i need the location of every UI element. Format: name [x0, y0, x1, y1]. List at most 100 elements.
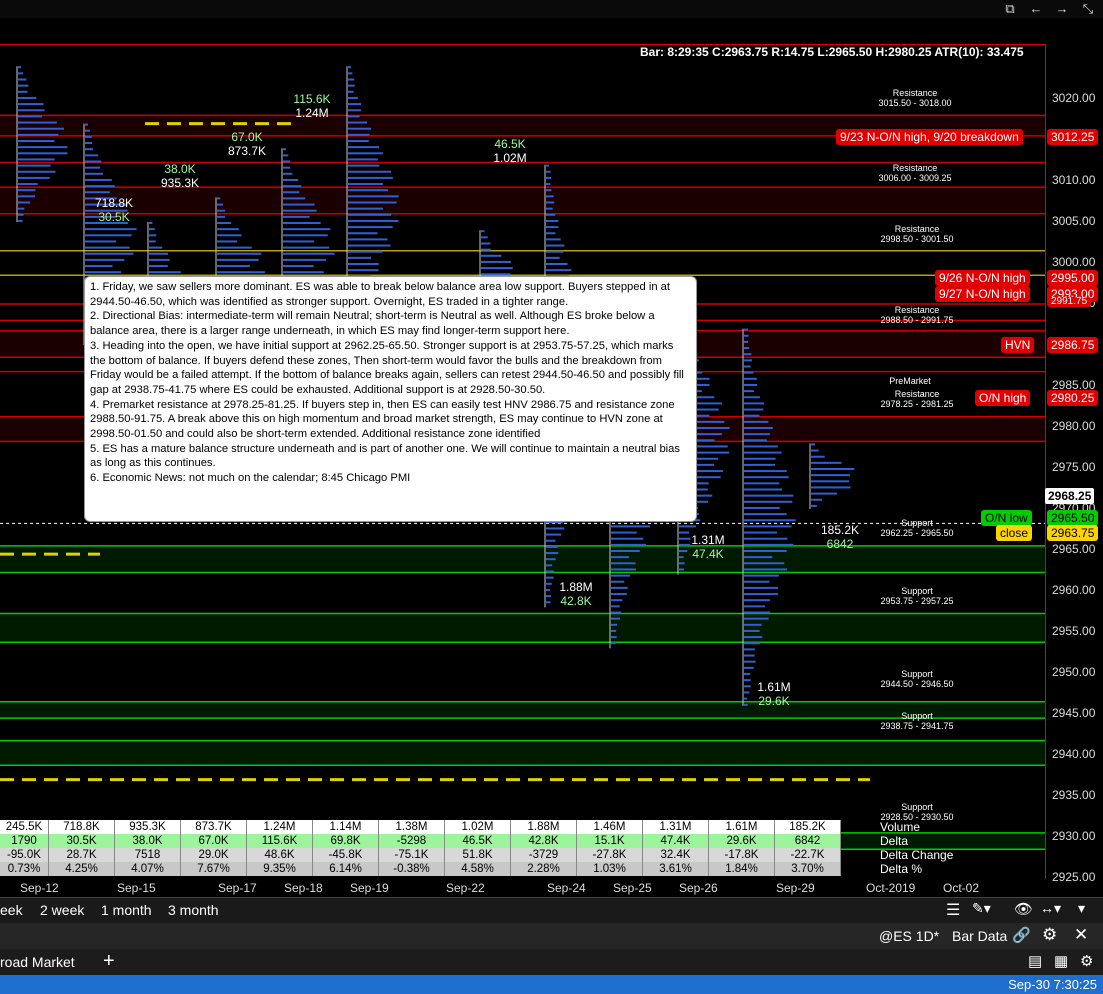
profile-bar [283, 258, 326, 261]
profile-bar [481, 242, 491, 245]
profile-bar [85, 166, 101, 169]
profile-bar [611, 537, 644, 540]
zone-range: 2962.25 - 2965.50 [880, 528, 954, 538]
profile-bar [217, 197, 221, 200]
dropdown-icon[interactable]: ▾ [1078, 900, 1085, 917]
zone-label: Resistance 2998.50 - 3001.50 [862, 224, 972, 244]
stats-cell: 29.6K [709, 834, 775, 848]
price-tick: 2980.00 [1052, 419, 1096, 433]
add-tab-button[interactable]: + [103, 950, 115, 973]
profile-bar [149, 258, 170, 261]
tab-broad-market[interactable]: road Market [0, 954, 75, 970]
range-2-week-button[interactable]: 2 week [40, 902, 84, 918]
profile-bar [744, 642, 761, 645]
stats-cell: 6842 [775, 834, 841, 848]
layout-icon[interactable]: ▤ [1028, 952, 1042, 970]
window-titlebar: ⧉ ← → ⤡ [0, 0, 1103, 18]
profile-delta: 29.6K [758, 694, 790, 708]
profile-bar [744, 537, 788, 540]
profile-bar [217, 203, 224, 206]
stats-row-label: Volume [880, 820, 921, 834]
profile-bar [811, 480, 850, 483]
zoom-range-icon[interactable]: ↔▾ [1040, 900, 1061, 917]
profile-bar [348, 152, 384, 155]
profile-bar [348, 170, 392, 173]
draw-tool-icon[interactable]: ✎▾ [972, 900, 991, 917]
profile-bar [348, 158, 378, 161]
price-tick: 2945.00 [1052, 706, 1096, 720]
collapse-icon[interactable]: ⤡ [1078, 0, 1098, 18]
profile-bar [283, 215, 310, 218]
price-tick: 3000.00 [1052, 255, 1096, 269]
price-tick: 3010.00 [1052, 173, 1096, 187]
profile-bar [744, 531, 777, 534]
symbol-label[interactable]: @ES 1D* [879, 928, 939, 944]
eye-icon[interactable]: 👁 [1014, 900, 1033, 918]
stats-row-delta-pct: 0.73% 4.25% 4.07% 7.67% 9.35% 6.14% -0.38% 4.58… [0, 862, 841, 876]
date-tick: Sep-19 [350, 881, 389, 895]
forward-arrow-icon[interactable]: → [1052, 0, 1072, 18]
profile-bar [481, 267, 513, 270]
tab-bar: road Market + ▤ ▦ ⚙ [0, 949, 1103, 975]
profile-bar [744, 470, 787, 473]
price-tag-2980: 2980.25 [1047, 390, 1099, 406]
zone-label: Support 2953.75 - 2957.25 [862, 586, 972, 606]
profile-bar [149, 246, 163, 249]
profile-bar [18, 78, 27, 81]
range-3-month-button[interactable]: 3 month [168, 902, 219, 918]
list-icon[interactable]: ☰ [946, 900, 960, 920]
stats-cell: 1.46M [577, 820, 643, 834]
profile-bar [348, 90, 354, 93]
profile-bar [546, 576, 554, 579]
settings-icon[interactable]: ⚙ [1080, 952, 1093, 970]
bar-readout: Bar: 8:29:35 C:2963.75 R:14.75 L:2965.50… [640, 45, 1024, 59]
link-icon[interactable]: 🔗 [1012, 926, 1031, 944]
zone-title: Resistance [894, 389, 940, 399]
profile-bar [283, 271, 324, 274]
profile-bar [348, 250, 383, 253]
profile-volume: 718.8K [94, 196, 134, 210]
profile-bar [85, 271, 121, 274]
profile-bar [611, 617, 621, 620]
profile-bar [85, 240, 117, 243]
profile-bar [85, 191, 110, 194]
stats-cell: -75.1K [379, 848, 445, 862]
profile-bar [481, 273, 511, 276]
profile-label: 38.0K 935.3K [150, 162, 210, 190]
profile-bar [744, 457, 776, 460]
zone-title: PreMarket [889, 376, 931, 386]
profile-delta: 1.02M [493, 151, 527, 165]
zone-title: Support [901, 802, 933, 812]
grid-icon[interactable]: ▦ [1054, 952, 1068, 970]
profile-volume: 115.6K [293, 92, 331, 106]
date-tick: Sep-29 [776, 881, 815, 895]
profile-bar [283, 172, 293, 175]
profile-bar [217, 215, 226, 218]
close-icon[interactable]: ✕ [1074, 925, 1088, 945]
profile-bar [283, 234, 328, 237]
profile-bar [744, 599, 770, 602]
profile-bar [348, 195, 399, 198]
range-1-month-button[interactable]: 1 month [101, 902, 152, 918]
profile-bar [18, 133, 59, 136]
profile-bar [18, 152, 68, 155]
profile-bar [18, 158, 55, 161]
profile-bar [744, 586, 778, 589]
profile-bar [744, 482, 780, 485]
profile-bar [18, 72, 24, 75]
profile-bar [283, 154, 289, 157]
popout-icon[interactable]: ⧉ [1000, 0, 1020, 18]
gear-icon[interactable]: ⚙ [1042, 925, 1057, 945]
profile-bar [85, 258, 125, 261]
profile-bar [546, 226, 559, 229]
stats-cell: 185.2K [775, 820, 841, 834]
zone-label: Resistance 3006.00 - 3009.25 [860, 163, 970, 183]
range-1-week-button[interactable]: eek [0, 902, 23, 918]
profile-bar [348, 133, 370, 136]
profile-bar [481, 248, 491, 251]
profile-bar [283, 222, 321, 224]
bar-data-label[interactable]: Bar Data [952, 928, 1007, 944]
profile-bar [744, 580, 770, 583]
profile-label: 1.31M 47.4K [678, 533, 738, 561]
back-arrow-icon[interactable]: ← [1026, 0, 1046, 18]
